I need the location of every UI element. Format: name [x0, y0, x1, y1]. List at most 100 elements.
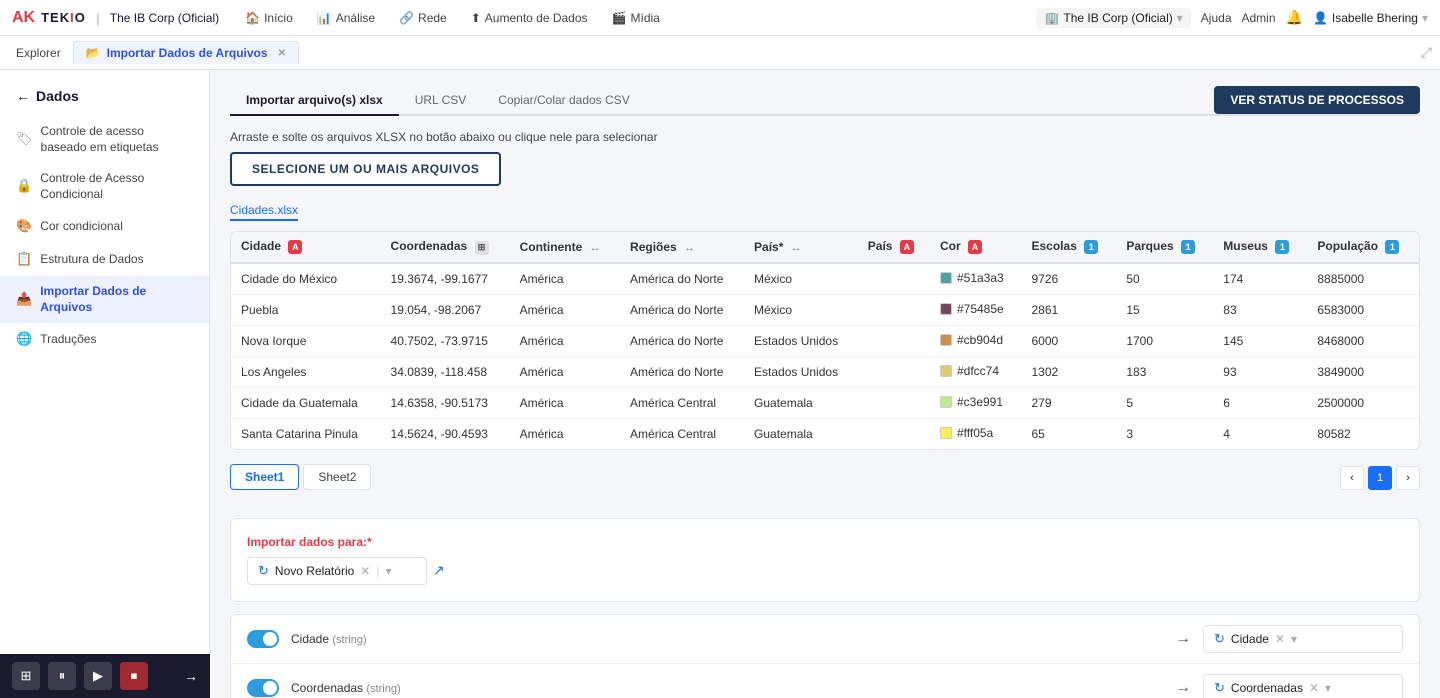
- field-source-cidade: Cidade (string): [291, 632, 1163, 646]
- sheet-tab-1[interactable]: Sheet1: [230, 464, 299, 490]
- target-refresh-cidade: ↻: [1214, 631, 1225, 647]
- import-select-arrow[interactable]: ▾: [385, 564, 391, 578]
- layout: ← Dados 🏷 Controle de acesso baseado em …: [0, 70, 1440, 698]
- import-select-box[interactable]: ↻ Novo Relatório ✕ | ▾: [247, 557, 427, 585]
- bottom-grid-btn[interactable]: ⊞: [12, 662, 40, 690]
- ver-status-btn[interactable]: VER STATUS DE PROCESSOS: [1214, 86, 1420, 114]
- cell-regioes: América Central: [620, 387, 744, 418]
- page-prev[interactable]: ‹: [1340, 466, 1364, 490]
- sidebar-item-traducoes[interactable]: 🌐 Traduções: [0, 323, 209, 356]
- cell-continente: América: [510, 387, 620, 418]
- page-1[interactable]: 1: [1368, 466, 1392, 490]
- sheet-tab-2[interactable]: Sheet2: [303, 464, 371, 490]
- field-target-coordenadas[interactable]: ↻ Coordenadas ✕ ▾: [1203, 674, 1403, 698]
- cell-populacao: 80582: [1307, 418, 1419, 449]
- import-select-link[interactable]: ↗: [433, 562, 445, 579]
- cell-cor: #dfcc74: [930, 356, 1022, 387]
- cell-cor: #fff05a: [930, 418, 1022, 449]
- sub-tab-xlsx[interactable]: Importar arquivo(s) xlsx: [230, 86, 399, 116]
- sidebar-item-cor-condicional[interactable]: 🎨 Cor condicional: [0, 210, 209, 243]
- cell-parques: 15: [1116, 294, 1213, 325]
- expand-icon[interactable]: ⤢: [1421, 44, 1432, 61]
- nav-admin[interactable]: Admin: [1242, 11, 1276, 25]
- sidebar-header[interactable]: ← Dados: [0, 82, 209, 116]
- translate-icon: 🌐: [16, 331, 32, 348]
- logo: AK TEKIO | The IB Corp (Oficial): [12, 9, 219, 27]
- file-name-label: Cidades.xlsx: [230, 203, 298, 221]
- cell-pais: [858, 263, 930, 295]
- cell-cor: #51a3a3: [930, 263, 1022, 295]
- col-pais-star: País* ↔: [744, 232, 858, 263]
- target-arrow-cidade[interactable]: ▾: [1291, 632, 1297, 646]
- import-select-value: Novo Relatório: [275, 564, 354, 578]
- cell-populacao: 8885000: [1307, 263, 1419, 295]
- cell-continente: América: [510, 356, 620, 387]
- bottom-stop-btn[interactable]: ⏹: [120, 662, 148, 690]
- toggle-cidade[interactable]: [247, 630, 279, 648]
- cell-cidade: Cidade da Guatemala: [231, 387, 381, 418]
- nav-aumento[interactable]: ⬆ Aumento de Dados: [461, 7, 598, 29]
- sidebar-item-importar[interactable]: 📤 Importar Dados de Arquivos: [0, 276, 209, 323]
- cell-museus: 6: [1213, 387, 1307, 418]
- table-row: Puebla 19.054, -98.2067 América América …: [231, 294, 1419, 325]
- page-next[interactable]: ›: [1396, 466, 1420, 490]
- field-row-cidade: Cidade (string) → ↻ Cidade ✕ ▾: [231, 615, 1419, 664]
- target-clear-coordenadas[interactable]: ✕: [1309, 681, 1319, 695]
- cell-regioes: América do Norte: [620, 325, 744, 356]
- sidebar-item-controle-etiquetas[interactable]: 🏷 Controle de acesso baseado em etiqueta…: [0, 116, 209, 163]
- pais-badge-a: A: [900, 240, 914, 254]
- company-divider: |: [96, 10, 100, 26]
- toggle-coordenadas[interactable]: [247, 679, 279, 697]
- logo-icon: AK: [12, 9, 35, 27]
- cell-populacao: 6583000: [1307, 294, 1419, 325]
- cell-museus: 93: [1213, 356, 1307, 387]
- bottom-play-btn[interactable]: ▶: [84, 662, 112, 690]
- tab-bar: Explorer 📂 Importar Dados de Arquivos ✕ …: [0, 36, 1440, 70]
- import-tab[interactable]: 📂 Importar Dados de Arquivos ✕: [73, 41, 299, 64]
- nav-user[interactable]: 👤 Isabelle Bhering ▾: [1313, 11, 1428, 25]
- target-value-cidade: Cidade: [1231, 632, 1269, 646]
- nav-rede[interactable]: 🔗 Rede: [389, 7, 457, 29]
- import-select-clear[interactable]: ✕: [360, 564, 370, 578]
- escolas-badge: 1: [1084, 240, 1098, 254]
- lock-icon: 🔒: [16, 178, 32, 195]
- sub-tab-url[interactable]: URL CSV: [399, 86, 483, 116]
- cell-cor: #cb904d: [930, 325, 1022, 356]
- upload-hint: Arraste e solte os arquivos XLSX no botã…: [230, 130, 1420, 144]
- nav-company-badge[interactable]: 🏢 The IB Corp (Oficial) ▾: [1036, 8, 1190, 28]
- target-clear-cidade[interactable]: ✕: [1275, 632, 1285, 646]
- field-target-cidade[interactable]: ↻ Cidade ✕ ▾: [1203, 625, 1403, 653]
- back-arrow-icon[interactable]: ←: [16, 88, 30, 104]
- nav-help[interactable]: Ajuda: [1201, 11, 1232, 25]
- cell-coordenadas: 19.054, -98.2067: [381, 294, 510, 325]
- notification-bell[interactable]: 🔔: [1286, 9, 1303, 26]
- refresh-icon: ↻: [258, 563, 269, 579]
- import-tab-close[interactable]: ✕: [278, 48, 286, 59]
- table-icon: 📋: [16, 251, 32, 268]
- cell-museus: 174: [1213, 263, 1307, 295]
- nav-analise[interactable]: 📊 Análise: [307, 7, 385, 29]
- bottom-pause-btn[interactable]: ⏸: [48, 662, 76, 690]
- cell-pais-star: Guatemala: [744, 387, 858, 418]
- nav-midia[interactable]: 🎬 Mídia: [602, 7, 670, 29]
- cell-museus: 145: [1213, 325, 1307, 356]
- cell-populacao: 2500000: [1307, 387, 1419, 418]
- sub-tab-copiar[interactable]: Copiar/Colar dados CSV: [482, 86, 645, 116]
- nav-home[interactable]: 🏠 Início: [235, 7, 303, 29]
- sidebar-item-estrutura[interactable]: 📋 Estrutura de Dados: [0, 243, 209, 276]
- nav-items: 🏠 Início 📊 Análise 🔗 Rede ⬆ Aumento de D…: [235, 7, 1020, 29]
- cell-continente: América: [510, 325, 620, 356]
- cell-continente: América: [510, 418, 620, 449]
- sidebar-item-controle-condicional[interactable]: 🔒 Controle de Acesso Condicional: [0, 163, 209, 210]
- cell-continente: América: [510, 294, 620, 325]
- col-museus: Museus 1: [1213, 232, 1307, 263]
- table-row: Los Angeles 34.0839, -118.458 América Am…: [231, 356, 1419, 387]
- table-row: Cidade da Guatemala 14.6358, -90.5173 Am…: [231, 387, 1419, 418]
- explorer-tab[interactable]: Explorer: [8, 42, 69, 64]
- select-files-btn[interactable]: SELECIONE UM OU MAIS ARQUIVOS: [230, 152, 501, 186]
- cell-coordenadas: 14.5624, -90.4593: [381, 418, 510, 449]
- import-select-row: ↻ Novo Relatório ✕ | ▾ ↗: [247, 557, 1403, 585]
- bottom-collapse-btn[interactable]: →: [184, 668, 198, 684]
- target-arrow-coordenadas[interactable]: ▾: [1325, 681, 1331, 695]
- table-row: Nova Iorque 40.7502, -73.9715 América Am…: [231, 325, 1419, 356]
